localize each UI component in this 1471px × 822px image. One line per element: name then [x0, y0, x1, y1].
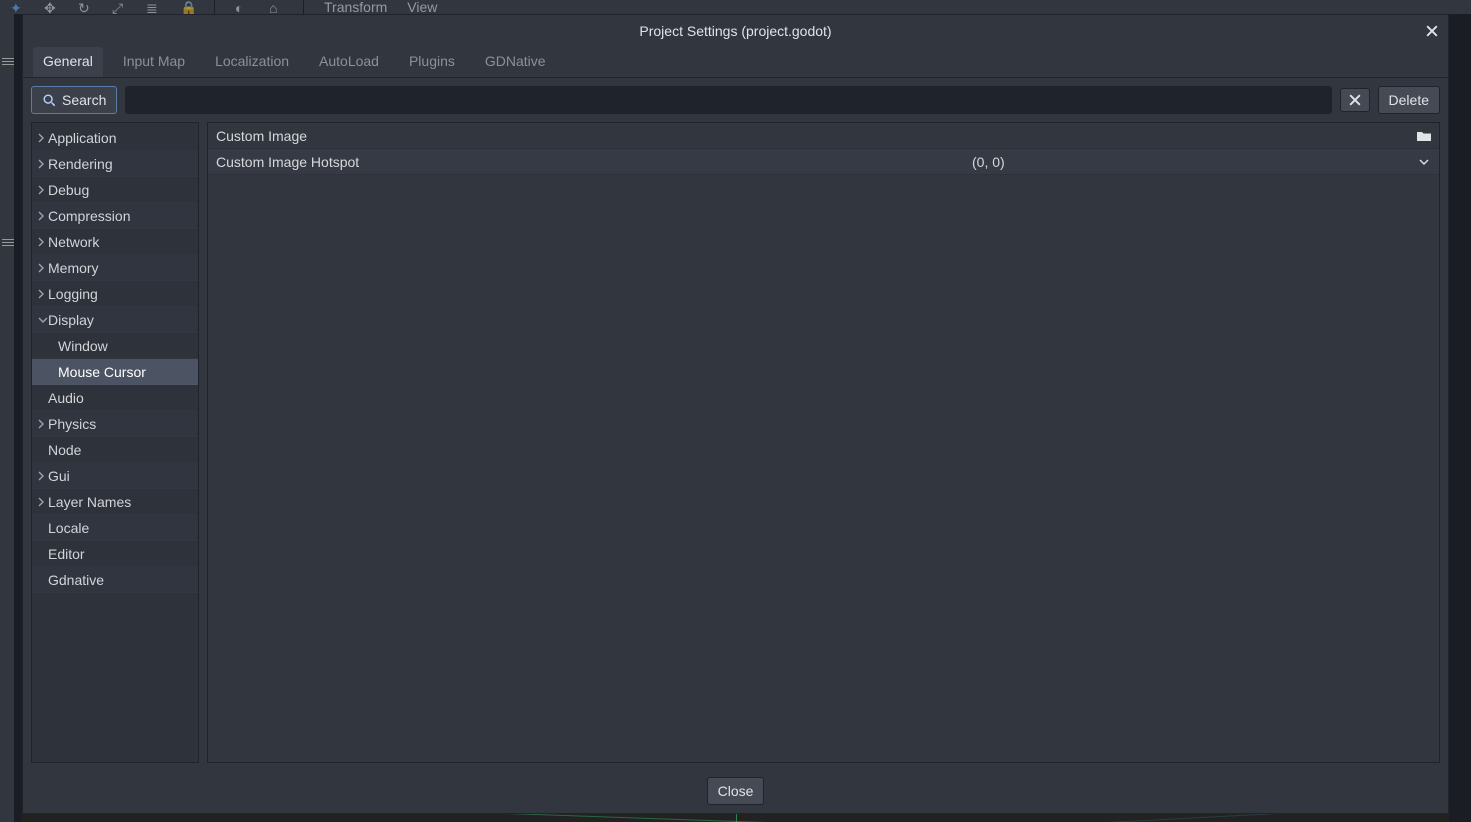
property-label: Custom Image Hotspot [216, 154, 972, 170]
chevron-down-icon [38, 317, 48, 323]
tab-autoload[interactable]: AutoLoad [309, 47, 389, 77]
search-icon [42, 93, 56, 107]
cursor-icon: ✦ [10, 0, 24, 14]
chevron-right-icon [38, 289, 48, 299]
tree-item-label: Locale [48, 520, 89, 536]
home-icon: ⌂ [269, 0, 283, 14]
folder-icon [1416, 128, 1432, 144]
tree-item-audio[interactable]: Audio [32, 385, 198, 411]
chevron-right-icon [38, 419, 48, 429]
tree-item-label: Logging [48, 286, 98, 302]
category-tree[interactable]: Application Rendering Debug Compression Netw… [31, 122, 199, 763]
tree-item-locale[interactable]: Locale [32, 515, 198, 541]
chevron-right-icon [38, 159, 48, 169]
dialog-close-button[interactable] [1422, 21, 1442, 41]
expand-property-button[interactable] [1415, 153, 1433, 171]
tree-item-memory[interactable]: Memory [32, 255, 198, 281]
editor-toolbar-background: ✦ ✥ ↻ ⤢ ≣ 🔒 ◐ ⌂ Transform View [0, 0, 1471, 14]
tree-item-label: Rendering [48, 156, 113, 172]
tree-item-gdnative[interactable]: Gdnative [32, 567, 198, 593]
list-icon: ≣ [146, 0, 160, 14]
tree-item-gui[interactable]: Gui [32, 463, 198, 489]
tree-item-label: Mouse Cursor [58, 364, 146, 380]
chevron-right-icon [38, 237, 48, 247]
tree-item-label: Gui [48, 468, 70, 484]
tree-item-window[interactable]: Window [32, 333, 198, 359]
scale-icon: ⤢ [112, 0, 126, 14]
property-value[interactable]: (0, 0) [972, 154, 1005, 170]
tree-item-label: Editor [48, 546, 85, 562]
chevron-right-icon [38, 471, 48, 481]
close-button[interactable]: Close [707, 777, 765, 805]
chevron-down-icon [1419, 159, 1429, 165]
tree-item-physics[interactable]: Physics [32, 411, 198, 437]
tree-item-label: Network [48, 234, 99, 250]
clear-filter-button[interactable] [1340, 88, 1370, 112]
tree-item-label: Display [48, 312, 94, 328]
tree-item-application[interactable]: Application [32, 125, 198, 151]
dialog-controls-row: Search Delete [23, 78, 1448, 122]
close-button-label: Close [718, 783, 754, 799]
tree-item-debug[interactable]: Debug [32, 177, 198, 203]
move-icon: ✥ [44, 0, 58, 14]
filter-input[interactable] [125, 86, 1331, 114]
dialog-titlebar: Project Settings (project.godot) [23, 15, 1448, 47]
dialog-title: Project Settings (project.godot) [639, 23, 831, 39]
property-label: Custom Image [216, 128, 972, 144]
chevron-right-icon [38, 211, 48, 221]
tree-item-editor[interactable]: Editor [32, 541, 198, 567]
search-button[interactable]: Search [31, 86, 117, 114]
tree-item-label: Layer Names [48, 494, 131, 510]
tree-item-label: Compression [48, 208, 130, 224]
tree-item-label: Physics [48, 416, 96, 432]
browse-file-button[interactable] [1415, 127, 1433, 145]
editor-viewport-background [22, 814, 1449, 822]
tab-plugins[interactable]: Plugins [399, 47, 465, 77]
tab-general[interactable]: General [33, 47, 103, 77]
tab-localization[interactable]: Localization [205, 47, 299, 77]
property-row: Custom Image [208, 123, 1439, 149]
tab-gdnative[interactable]: GDNative [475, 47, 556, 77]
tree-item-label: Gdnative [48, 572, 104, 588]
tree-item-layer-names[interactable]: Layer Names [32, 489, 198, 515]
tree-item-label: Window [58, 338, 108, 354]
tree-item-mouse-cursor[interactable]: Mouse Cursor [32, 359, 198, 385]
close-icon [1426, 25, 1438, 37]
tree-item-label: Node [48, 442, 81, 458]
tree-item-display[interactable]: Display [32, 307, 198, 333]
delete-button[interactable]: Delete [1378, 86, 1440, 114]
editor-left-strip-background [0, 14, 14, 822]
rotate-icon: ↻ [78, 0, 92, 14]
tree-item-label: Audio [48, 390, 84, 406]
tab-input-map[interactable]: Input Map [113, 47, 195, 77]
delete-button-label: Delete [1389, 92, 1429, 108]
tree-item-network[interactable]: Network [32, 229, 198, 255]
property-row: Custom Image Hotspot (0, 0) [208, 149, 1439, 175]
menu-transform[interactable]: Transform [324, 0, 387, 15]
close-icon [1349, 94, 1361, 106]
chevron-right-icon [38, 497, 48, 507]
lock-icon: 🔒 [180, 0, 194, 14]
chevron-right-icon [38, 185, 48, 195]
tree-item-logging[interactable]: Logging [32, 281, 198, 307]
tree-item-rendering[interactable]: Rendering [32, 151, 198, 177]
tree-item-node[interactable]: Node [32, 437, 198, 463]
property-panel: Custom Image Custom Image Hotspot (0, 0) [207, 122, 1440, 763]
chevron-right-icon [38, 133, 48, 143]
tree-item-compression[interactable]: Compression [32, 203, 198, 229]
tree-item-label: Application [48, 130, 117, 146]
dialog-tabs: General Input Map Localization AutoLoad … [23, 47, 1448, 78]
tree-item-label: Memory [48, 260, 99, 276]
search-button-label: Search [62, 92, 106, 108]
chevron-right-icon [38, 263, 48, 273]
project-settings-dialog: Project Settings (project.godot) General… [22, 14, 1449, 814]
tree-item-label: Debug [48, 182, 89, 198]
shaded-icon: ◐ [235, 0, 249, 14]
menu-view[interactable]: View [407, 0, 437, 15]
